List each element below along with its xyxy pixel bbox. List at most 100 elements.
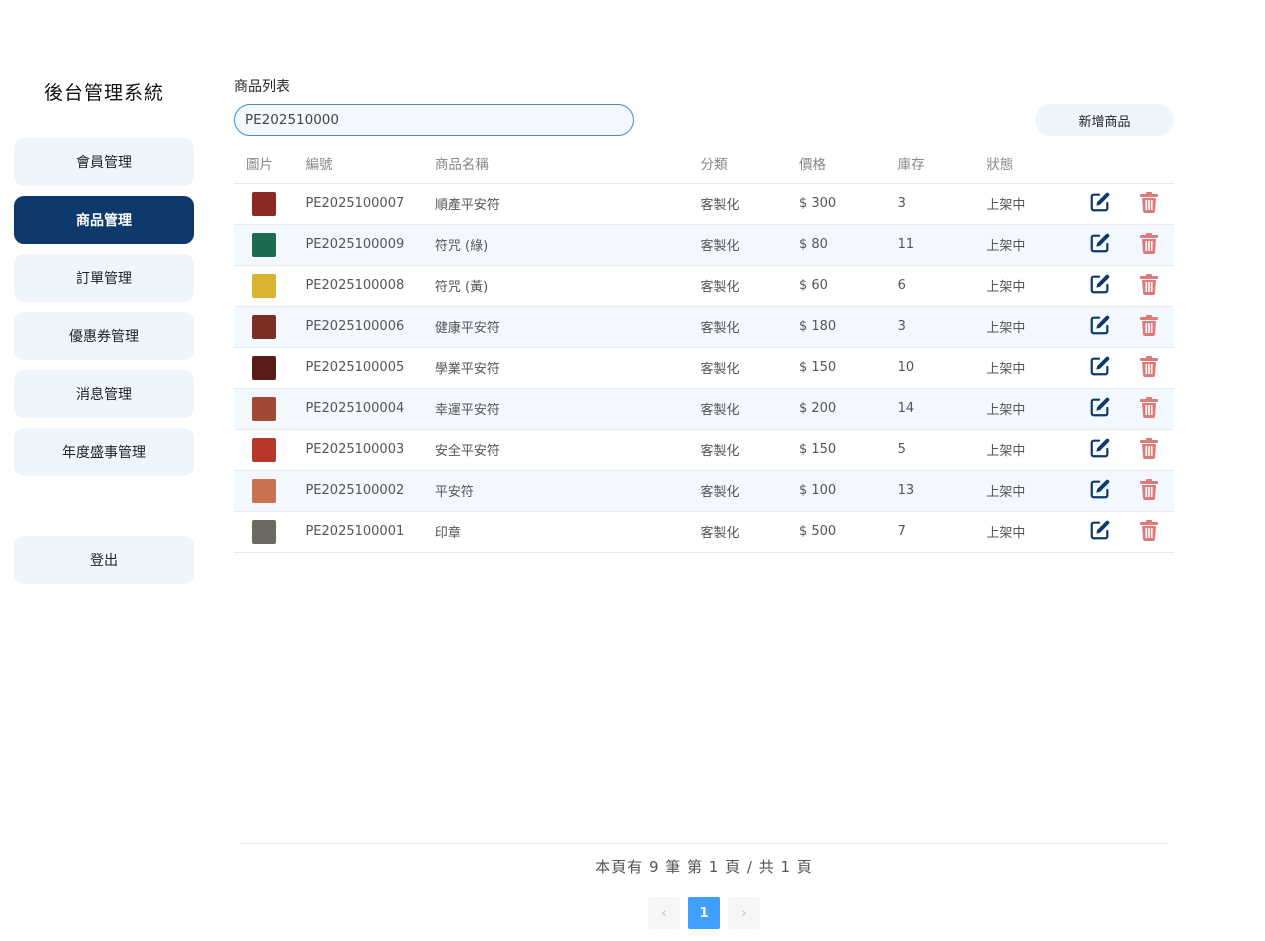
trash-icon[interactable]: [1139, 355, 1159, 377]
trash-icon[interactable]: [1139, 478, 1159, 500]
delete-cell: [1124, 347, 1174, 389]
next-page-button[interactable]: ›: [728, 897, 760, 929]
trash-icon[interactable]: [1139, 232, 1159, 254]
product-thumbnail: [252, 355, 276, 380]
edit-cell: [1074, 265, 1125, 307]
add-product-button[interactable]: 新增商品: [1035, 104, 1174, 136]
product-category: 客製化: [700, 347, 799, 389]
edit-icon[interactable]: [1089, 273, 1111, 295]
col-header-delete: [1124, 144, 1174, 184]
edit-cell: [1074, 511, 1125, 553]
table-row: PE2025100005 學業平安符 客製化 $ 150 10 上架中: [234, 347, 1174, 389]
product-status: 上架中: [986, 183, 1075, 225]
product-name: 健康平安符: [434, 306, 701, 348]
edit-icon[interactable]: [1089, 314, 1111, 336]
trash-icon[interactable]: [1139, 191, 1159, 213]
product-thumbnail-cell: [234, 470, 306, 512]
product-thumbnail-cell: [234, 429, 306, 471]
table-row: PE2025100008 符咒 (黃) 客製化 $ 60 6 上架中: [234, 265, 1174, 307]
product-thumbnail-cell: [234, 183, 306, 225]
product-id: PE2025100008: [305, 265, 435, 307]
edit-icon[interactable]: [1089, 232, 1111, 254]
edit-icon[interactable]: [1089, 355, 1111, 377]
product-stock: 11: [897, 224, 987, 266]
product-thumbnail: [252, 314, 276, 339]
product-table: 圖片 編號 商品名稱 分類 價格 庫存 狀態 PE2025100007 順產平安符…: [234, 144, 1174, 553]
trash-icon[interactable]: [1139, 519, 1159, 541]
product-thumbnail-cell: [234, 511, 306, 553]
pager-divider: [240, 843, 1168, 844]
trash-icon[interactable]: [1139, 314, 1159, 336]
search-input[interactable]: [234, 104, 634, 136]
col-header-category: 分類: [700, 144, 799, 184]
pager-info: 本頁有 9 筆 第 1 頁 / 共 1 頁: [595, 858, 813, 876]
product-thumbnail-cell: [234, 224, 306, 266]
sidebar-item-event[interactable]: 年度盛事管理: [14, 428, 194, 476]
edit-icon[interactable]: [1089, 396, 1111, 418]
page-title: 商品列表: [234, 79, 290, 95]
edit-cell: [1074, 347, 1125, 389]
trash-icon[interactable]: [1139, 273, 1159, 295]
product-name: 順產平安符: [434, 183, 701, 225]
sidebar-item-member[interactable]: 會員管理: [14, 138, 194, 186]
edit-cell: [1074, 306, 1125, 348]
table-row: PE2025100004 幸運平安符 客製化 $ 200 14 上架中: [234, 388, 1174, 430]
delete-cell: [1124, 183, 1174, 225]
sidebar-item-product[interactable]: 商品管理: [14, 196, 194, 244]
table-row: PE2025100006 健康平安符 客製化 $ 180 3 上架中: [234, 306, 1174, 348]
product-stock: 5: [897, 429, 987, 471]
product-status: 上架中: [986, 347, 1075, 389]
table-row: PE2025100007 順產平安符 客製化 $ 300 3 上架中: [234, 183, 1174, 225]
col-header-image: 圖片: [234, 144, 306, 184]
product-thumbnail-cell: [234, 347, 306, 389]
edit-cell: [1074, 470, 1125, 512]
product-status: 上架中: [986, 265, 1075, 307]
product-category: 客製化: [700, 388, 799, 430]
edit-icon[interactable]: [1089, 519, 1111, 541]
col-header-stock: 庫存: [897, 144, 987, 184]
sidebar-item-order[interactable]: 訂單管理: [14, 254, 194, 302]
product-category: 客製化: [700, 224, 799, 266]
prev-page-button[interactable]: ‹: [648, 897, 680, 929]
product-stock: 7: [897, 511, 987, 553]
logout-button[interactable]: 登出: [14, 536, 194, 584]
sidebar-item-coupon[interactable]: 優惠券管理: [14, 312, 194, 360]
product-status: 上架中: [986, 511, 1075, 553]
product-thumbnail: [252, 273, 276, 298]
product-stock: 3: [897, 306, 987, 348]
edit-icon[interactable]: [1089, 478, 1111, 500]
edit-icon[interactable]: [1089, 437, 1111, 459]
delete-cell: [1124, 470, 1174, 512]
page-1-button[interactable]: 1: [688, 897, 720, 929]
edit-cell: [1074, 429, 1125, 471]
product-price: $ 60: [798, 265, 898, 307]
product-thumbnail-cell: [234, 306, 306, 348]
product-thumbnail-cell: [234, 388, 306, 430]
product-category: 客製化: [700, 306, 799, 348]
product-status: 上架中: [986, 470, 1075, 512]
product-id: PE2025100007: [305, 183, 435, 225]
product-id: PE2025100009: [305, 224, 435, 266]
product-id: PE2025100002: [305, 470, 435, 512]
product-stock: 10: [897, 347, 987, 389]
edit-icon[interactable]: [1089, 191, 1111, 213]
product-thumbnail: [252, 396, 276, 421]
sidebar-item-news[interactable]: 消息管理: [14, 370, 194, 418]
product-id: PE2025100006: [305, 306, 435, 348]
table-row: PE2025100009 符咒 (綠) 客製化 $ 80 11 上架中: [234, 224, 1174, 266]
edit-cell: [1074, 224, 1125, 266]
product-name: 印章: [434, 511, 701, 553]
product-status: 上架中: [986, 388, 1075, 430]
product-category: 客製化: [700, 511, 799, 553]
product-stock: 3: [897, 183, 987, 225]
trash-icon[interactable]: [1139, 437, 1159, 459]
delete-cell: [1124, 388, 1174, 430]
product-category: 客製化: [700, 470, 799, 512]
trash-icon[interactable]: [1139, 396, 1159, 418]
col-header-edit: [1074, 144, 1125, 184]
table-header-row: 圖片 編號 商品名稱 分類 價格 庫存 狀態: [234, 144, 1174, 184]
product-status: 上架中: [986, 429, 1075, 471]
product-thumbnail: [252, 437, 276, 462]
product-id: PE2025100004: [305, 388, 435, 430]
table-row: PE2025100003 安全平安符 客製化 $ 150 5 上架中: [234, 429, 1174, 471]
